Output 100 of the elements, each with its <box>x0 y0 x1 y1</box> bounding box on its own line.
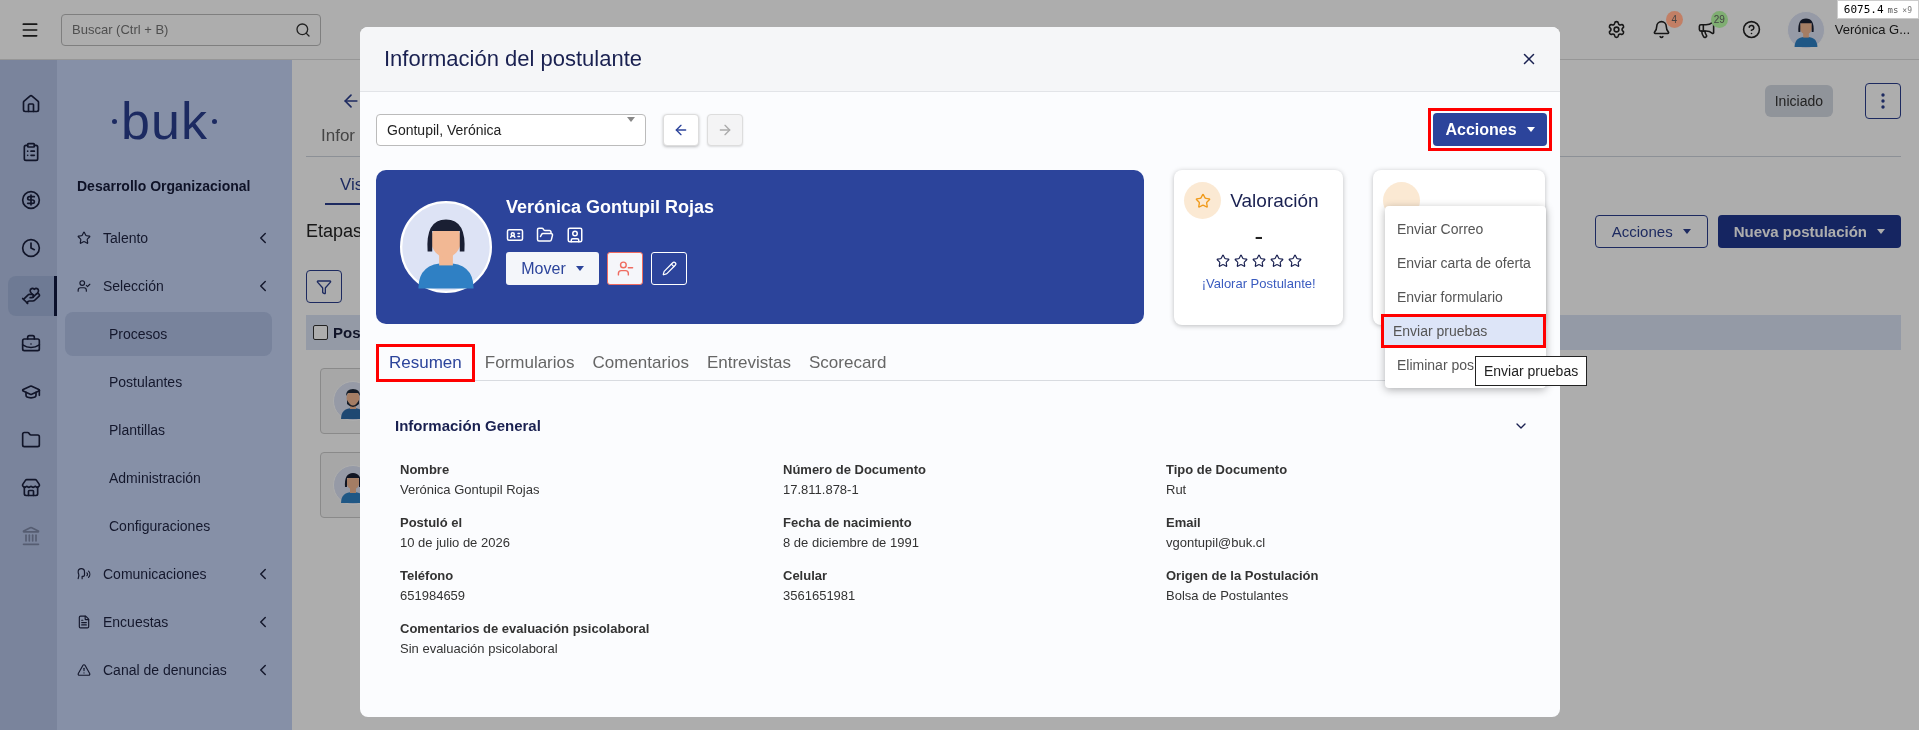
star-icon <box>1251 254 1266 268</box>
user-check-icon <box>77 279 91 293</box>
move-button[interactable]: Mover <box>506 252 599 285</box>
tab[interactable]: Entrevistas <box>698 349 799 377</box>
help-icon[interactable] <box>1741 20 1761 39</box>
star-icon <box>1269 254 1284 268</box>
actions-button[interactable]: Acciones <box>1594 215 1708 248</box>
sidebar-item[interactable]: Talento <box>103 230 149 246</box>
caret-icon <box>1877 229 1885 234</box>
search-icon <box>295 21 311 38</box>
store-icon <box>21 478 41 498</box>
field-value: vgontupil@buk.cl <box>1166 535 1267 550</box>
menu-item[interactable]: Enviar Correo <box>1385 212 1546 246</box>
speaking-person-icon <box>77 567 91 581</box>
candidate-name: Verónica Gontupil Rojas <box>506 197 715 218</box>
actions-button[interactable]: Acciones <box>1433 113 1547 146</box>
settings-icon[interactable] <box>1606 20 1626 39</box>
menu-item[interactable]: Enviar pruebas <box>1384 317 1543 345</box>
tooltip: Enviar pruebas <box>1475 356 1588 386</box>
briefcase-icon <box>21 334 41 354</box>
field-label: Fecha de nacimiento <box>783 515 913 530</box>
sidebar-subitem[interactable]: Procesos <box>65 312 272 356</box>
tab[interactable]: Resumen <box>381 349 470 377</box>
modal-title: Información del postulante <box>384 46 643 72</box>
previous-button[interactable] <box>663 113 699 146</box>
field-label: Postuló el <box>400 515 464 530</box>
sidebar-subitem[interactable]: Postulantes <box>65 360 272 404</box>
bank-icon <box>21 526 41 546</box>
field-label: Comentarios de evaluación psicolaboral <box>400 621 651 636</box>
field-value: Sin evaluación psicolaboral <box>400 641 559 656</box>
caret-icon <box>1526 127 1535 132</box>
star-icon <box>1215 254 1230 268</box>
field-value: 651984659 <box>400 588 467 603</box>
caret-icon <box>1682 229 1691 234</box>
sidebar-subitem[interactable]: Administración <box>65 456 272 500</box>
caret-icon <box>575 266 584 271</box>
card-title: Valoración <box>1230 189 1319 212</box>
field-value: 8 de diciembre de 1991 <box>783 535 920 550</box>
menu-item[interactable]: Enviar formulario <box>1385 280 1546 314</box>
sidebar-subitem[interactable]: Plantillas <box>65 408 272 452</box>
sidebar-item[interactable]: Comunicaciones <box>103 566 207 582</box>
hand-heart-icon <box>21 286 41 306</box>
tab[interactable]: Comentarios <box>584 349 697 377</box>
field-label: Nombre <box>400 462 451 477</box>
user-badge-icon[interactable] <box>566 226 584 244</box>
field-label: Número de Documento <box>783 462 927 477</box>
clock-icon <box>21 238 41 258</box>
sidebar-item[interactable]: Selección <box>103 278 164 294</box>
filter-icon <box>316 278 332 295</box>
folder-icon[interactable] <box>536 226 554 244</box>
performance-badge: 6075.4 ms ×9 <box>1836 0 1919 19</box>
user-name[interactable]: Verónica G... <box>1834 22 1910 37</box>
clipboard-icon <box>21 142 41 162</box>
rail-item[interactable] <box>8 276 57 316</box>
avatar <box>1786 10 1825 49</box>
sidebar-item[interactable]: Canal de denuncias <box>103 662 227 678</box>
graduation-cap-icon <box>21 382 41 402</box>
search-field[interactable]: Buscar (Ctrl + B) <box>61 13 321 46</box>
field-value: Bolsa de Postulantes <box>1166 588 1290 603</box>
menu-item[interactable]: Enviar carta de oferta <box>1385 246 1546 280</box>
home-icon <box>21 94 41 114</box>
column-header: Pos <box>333 324 361 341</box>
field-label: Tipo de Documento <box>1166 462 1289 477</box>
field-value: 17.811.878-1 <box>783 482 860 497</box>
new-application-button[interactable]: Nueva postulación <box>1717 215 1901 248</box>
field-value: 3561651981 <box>783 588 857 603</box>
candidate-select[interactable]: Gontupil, Verónica <box>376 113 646 146</box>
folder-icon <box>21 430 41 450</box>
edit-button[interactable] <box>651 252 687 285</box>
field-label: Celular <box>783 568 829 583</box>
sidebar-title: Desarrollo Organizacional <box>76 178 252 194</box>
section-title: Información General <box>395 417 541 434</box>
warning-icon <box>77 663 91 677</box>
sidebar-subitem[interactable]: Configuraciones <box>65 504 272 548</box>
count-badge: 29 <box>1710 11 1728 28</box>
field-value: Rut <box>1166 482 1188 497</box>
field-label: Origen de la Postulación <box>1166 568 1320 583</box>
field-label: Teléfono <box>400 568 455 583</box>
filter-button[interactable] <box>306 270 342 303</box>
tab[interactable]: Scorecard <box>801 349 895 377</box>
megaphone-icon[interactable] <box>1696 20 1716 39</box>
pencil-icon <box>661 261 677 276</box>
rate-link[interactable]: ¡Valorar Postulante! <box>1201 276 1316 291</box>
rating-value: - <box>1254 221 1264 252</box>
more-icon <box>1881 93 1885 109</box>
checkbox[interactable] <box>313 325 328 340</box>
field-value: 10 de julio de 2026 <box>400 535 511 550</box>
logo: buk <box>57 86 272 156</box>
section-title: Etapas <box>306 221 363 242</box>
document-icon <box>77 615 91 629</box>
tab[interactable]: Infor <box>321 126 356 145</box>
count-badge: 4 <box>1665 11 1683 28</box>
user-minus-icon <box>616 260 634 277</box>
bell-icon[interactable] <box>1651 20 1671 39</box>
star-icon <box>1287 254 1302 268</box>
tab[interactable]: Formularios <box>476 349 583 377</box>
remove-user-button[interactable] <box>607 252 643 285</box>
sidebar-item[interactable]: Encuestas <box>103 614 169 630</box>
more-button[interactable] <box>1865 83 1901 119</box>
id-card-icon[interactable] <box>506 226 524 244</box>
